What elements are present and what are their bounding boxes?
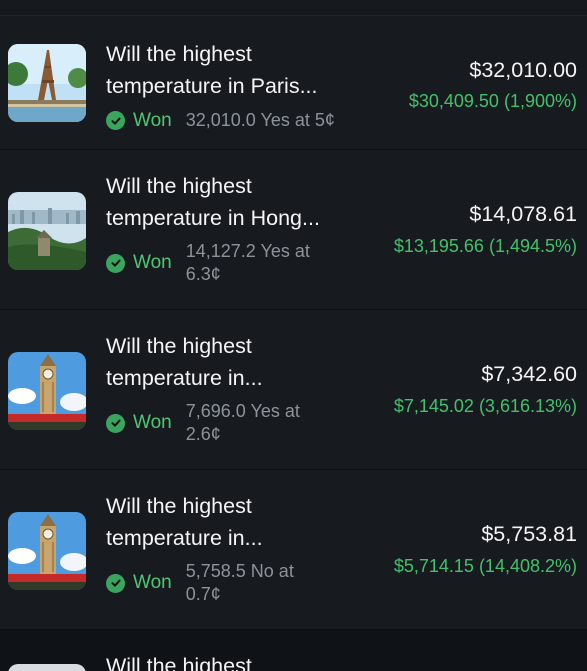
check-circle-icon (106, 111, 125, 130)
position-status: Won 32,010.0 Yes at 5¢ (106, 109, 335, 132)
position-row[interactable]: Will the highest temperature in... Won 5… (0, 470, 587, 630)
position-pnl: $5,714.15 (14,408.2%) (393, 556, 577, 576)
check-circle-icon (106, 413, 125, 433)
position-status: Won 14,127.2 Yes at 6.3¢ (106, 240, 318, 286)
position-status: Won 7,696.0 Yes at 2.6¢ (106, 400, 318, 446)
eiffel-tower-image (8, 44, 86, 122)
market-thumbnail (8, 512, 86, 590)
check-circle-icon (106, 253, 125, 273)
won-label: Won (133, 572, 172, 593)
won-label: Won (133, 109, 172, 131)
position-value: $7,342.60 (481, 362, 577, 386)
position-value: $14,078.61 (469, 202, 577, 226)
market-title[interactable]: Will the highest temperature in Hong... (106, 170, 366, 234)
position-status: Won 5,758.5 No at 0.7¢ (106, 560, 318, 606)
top-divider (0, 0, 587, 16)
position-value: $32,010.00 (469, 58, 577, 82)
market-thumbnail (8, 44, 86, 122)
position-value: $5,753.81 (481, 522, 577, 546)
position-row[interactable]: Will the highest temperature in... Won 7… (0, 310, 587, 470)
big-ben-image (8, 352, 86, 430)
won-label: Won (133, 252, 172, 273)
big-ben-image (8, 512, 86, 590)
positions-list: Will the highest temperature in Paris...… (0, 16, 587, 630)
market-title[interactable]: Will the highest (106, 650, 252, 671)
shares-info: 5,758.5 No at 0.7¢ (185, 561, 294, 604)
shares-info: 7,696.0 Yes at 2.6¢ (185, 401, 300, 444)
market-title[interactable]: Will the highest temperature in... (106, 330, 366, 394)
market-thumbnail (8, 192, 86, 270)
position-pnl: $7,145.02 (3,616.13%) (393, 396, 577, 416)
market-title[interactable]: Will the highest temperature in Paris... (106, 38, 366, 102)
shares-info: 14,127.2 Yes at 6.3¢ (185, 241, 310, 284)
check-circle-icon (106, 573, 125, 593)
position-row[interactable]: Will the highest temperature in Hong... … (0, 150, 587, 310)
shares-info: 32,010.0 Yes at 5¢ (185, 110, 335, 130)
won-label: Won (133, 412, 172, 433)
position-pnl: $13,195.66 (1,494.5%) (393, 236, 577, 256)
market-thumbnail (8, 352, 86, 430)
position-pnl: $30,409.50 (1,900%) (408, 91, 577, 111)
hong-kong-skyline-image (8, 192, 86, 270)
market-thumbnail (8, 664, 86, 671)
position-row[interactable]: Will the highest temperature in Paris...… (0, 16, 587, 150)
market-title[interactable]: Will the highest temperature in... (106, 490, 366, 554)
